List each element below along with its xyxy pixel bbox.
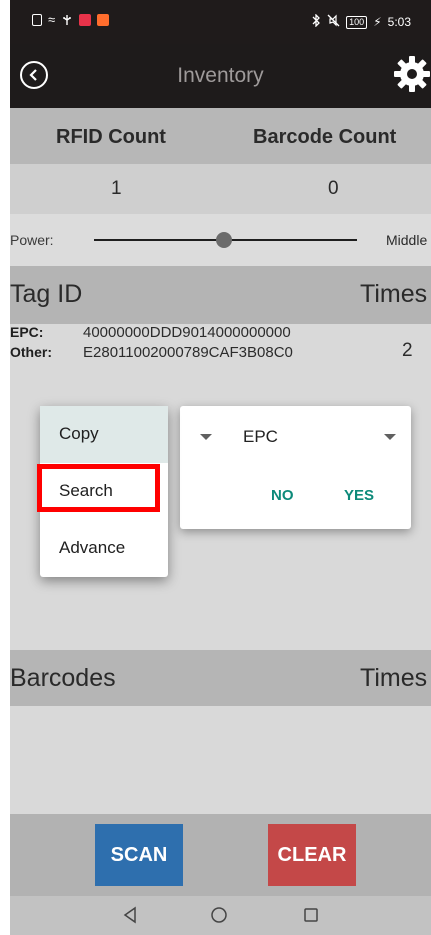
epc-value: 40000000DDD9014000000000 <box>83 324 291 341</box>
power-value: Middle <box>386 232 428 248</box>
bluetooth-icon <box>311 13 321 30</box>
battery-icon: 100 <box>346 15 368 29</box>
tag-times-header: Times <box>360 280 428 308</box>
mute-icon <box>327 14 340 30</box>
sim-icon <box>32 14 42 26</box>
power-slider-thumb[interactable] <box>216 232 232 248</box>
barcode-list-header: Barcodes Times <box>10 650 431 706</box>
phone-screen: ≈ 100 ⚡ 5:03 Inventory RFID Count Barcod… <box>10 0 431 935</box>
menu-item-label: Advance <box>59 538 126 557</box>
action-bar: SCAN CLEAR <box>10 814 431 896</box>
clear-button[interactable]: CLEAR <box>268 824 356 886</box>
status-icons-left: ≈ <box>32 12 110 27</box>
barcode-count-value: 0 <box>328 178 339 199</box>
tag-id-header: Tag ID <box>10 280 83 308</box>
table-row[interactable]: EPC: 40000000DDD9014000000000 Other: E28… <box>10 324 431 378</box>
count-header-row: RFID Count Barcode Count <box>10 108 431 164</box>
highlight-box <box>37 464 160 512</box>
menu-item-label: Copy <box>59 424 99 443</box>
wifi-icon: ≈ <box>48 12 56 27</box>
gear-icon[interactable] <box>393 55 431 93</box>
no-button[interactable]: NO <box>271 487 294 504</box>
power-label: Power: <box>10 232 54 248</box>
scan-button[interactable]: SCAN <box>95 824 183 886</box>
chevron-down-icon[interactable] <box>384 434 396 440</box>
barcodes-header: Barcodes <box>10 664 116 692</box>
menu-item-advance[interactable]: Advance <box>40 520 168 577</box>
notification-icon <box>79 14 92 26</box>
epc-label: EPC: <box>10 324 44 340</box>
power-row: Power: Middle <box>10 214 431 266</box>
page-title: Inventory <box>177 64 264 87</box>
media-icon <box>97 14 110 26</box>
rfid-count-value: 1 <box>111 178 122 199</box>
other-label: Other: <box>10 344 52 360</box>
navigation-bar <box>10 896 431 935</box>
back-triangle-icon[interactable] <box>121 906 139 929</box>
status-time: 5:03 <box>387 15 411 29</box>
device-frame: ≈ 100 ⚡ 5:03 Inventory RFID Count Barcod… <box>0 0 431 935</box>
app-bar: Inventory <box>10 44 431 108</box>
usb-icon <box>61 14 73 26</box>
status-bar: ≈ 100 ⚡ 5:03 <box>10 0 431 44</box>
rfid-count-label: RFID Count <box>56 126 166 148</box>
yes-button[interactable]: YES <box>344 487 374 504</box>
charging-icon: ⚡ <box>373 15 382 29</box>
other-value: E28011002000789CAF3B08C0 <box>83 344 293 361</box>
menu-item-copy[interactable]: Copy <box>40 406 168 463</box>
search-dialog: EPC NO YES <box>180 406 411 529</box>
times-value: 2 <box>402 340 413 361</box>
barcode-count-label: Barcode Count <box>253 126 397 148</box>
count-value-row: 1 0 <box>10 164 431 214</box>
barcode-list <box>10 706 431 814</box>
barcode-times-header: Times <box>360 664 428 692</box>
field-dropdown[interactable]: EPC <box>243 427 278 447</box>
chevron-down-icon[interactable] <box>200 434 212 440</box>
recents-square-icon[interactable] <box>302 906 320 929</box>
home-circle-icon[interactable] <box>210 906 228 929</box>
tag-list-header: Tag ID Times <box>10 266 431 324</box>
status-icons-right: 100 ⚡ 5:03 <box>311 13 411 30</box>
